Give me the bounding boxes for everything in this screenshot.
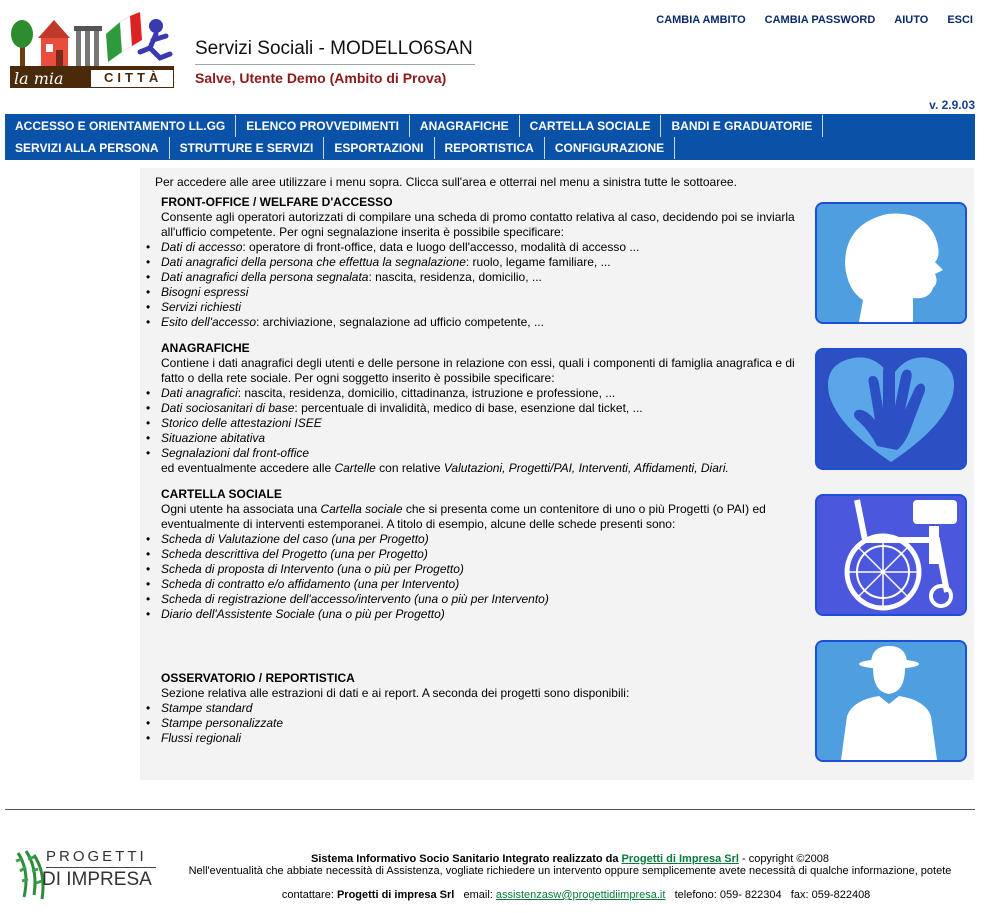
list-item: Esito dell'accesso: archiviazione, segna… bbox=[146, 315, 801, 330]
list-item: Dati anagrafici della persona segnalata:… bbox=[146, 270, 801, 285]
nav-configurazione[interactable]: CONFIGURAZIONE bbox=[545, 137, 676, 159]
nav-row-1: ACCESSO E ORIENTAMENTO LL.GG ELENCO PROV… bbox=[5, 115, 824, 137]
nav-cartella-sociale[interactable]: CARTELLA SOCIALE bbox=[520, 115, 662, 137]
section-description: Contiene i dati anagrafici degli utenti … bbox=[161, 356, 795, 385]
list-item: Scheda di registrazione dell'accesso/int… bbox=[146, 592, 801, 607]
section-tail: ed eventualmente accedere alle Cartelle … bbox=[161, 461, 729, 475]
list-item: Scheda di Valutazione del caso (una per … bbox=[146, 532, 801, 547]
footer-line2: Nell'eventualità che abbiate necessità d… bbox=[188, 865, 952, 877]
osservatorio-card[interactable] bbox=[815, 640, 967, 762]
main-nav: ACCESSO E ORIENTAMENTO LL.GG ELENCO PROV… bbox=[5, 114, 975, 160]
section-list: Dati di accesso: operatore di front-offi… bbox=[146, 240, 801, 330]
list-item: Scheda di contratto e/o affidamento (una… bbox=[146, 577, 801, 592]
title-divider bbox=[195, 64, 475, 65]
list-item: Stampe personalizzate bbox=[146, 716, 801, 731]
hand-heart-icon bbox=[817, 350, 965, 468]
footer-line3: contattare: Progetti di impresa Srl emai… bbox=[281, 889, 871, 901]
list-item: Dati sociosanitari di base: percentuale … bbox=[146, 401, 801, 416]
logo-line2: DI IMPRESA bbox=[42, 869, 152, 890]
list-item: Stampe standard bbox=[146, 701, 801, 716]
section-front-office: FRONT-OFFICE / WELFARE D'ACCESSO Consent… bbox=[146, 195, 801, 330]
section-list: Stampe standard Stampe personalizzate Fl… bbox=[146, 701, 801, 746]
app-title: Servizi Sociali - MODELLO6SAN bbox=[195, 38, 473, 59]
list-item: Bisogni espressi bbox=[146, 285, 801, 300]
nav-reportistica[interactable]: REPORTISTICA bbox=[435, 137, 545, 159]
cambia-password-link[interactable]: CAMBIA PASSWORD bbox=[765, 14, 876, 26]
list-item: Diario dell'Assistente Sociale (una o pi… bbox=[146, 607, 801, 622]
user-greeting: Salve, Utente Demo (Ambito di Prova) bbox=[195, 70, 447, 86]
wheelchair-icon bbox=[817, 496, 965, 614]
section-list: Dati anagrafici: nascita, residenza, dom… bbox=[146, 386, 801, 461]
list-item: Dati di accesso: operatore di front-offi… bbox=[146, 240, 801, 255]
nav-row-2: SERVIZI ALLA PERSONA STRUTTURE E SERVIZI… bbox=[5, 137, 676, 159]
top-links: CAMBIA AMBITO CAMBIA PASSWORD AIUTO ESCI bbox=[656, 14, 973, 26]
anagrafiche-card[interactable] bbox=[815, 348, 967, 470]
section-cartella-sociale: CARTELLA SOCIALE Ogni utente ha associat… bbox=[146, 487, 801, 622]
logo-text-left: la mia bbox=[14, 69, 64, 88]
list-item: Dati anagrafici: nascita, residenza, dom… bbox=[146, 386, 801, 401]
section-title: FRONT-OFFICE / WELFARE D'ACCESSO bbox=[161, 195, 393, 209]
section-osservatorio: OSSERVATORIO / REPORTISTICA Sezione rela… bbox=[146, 671, 801, 746]
list-item: Segnalazioni dal front-office bbox=[146, 446, 801, 461]
la-mia-citta-logo: la mia CITTÀ bbox=[10, 12, 175, 89]
section-title: CARTELLA SOCIALE bbox=[161, 487, 282, 501]
progetti-di-impresa-logo: PROGETTI DI IMPRESA bbox=[12, 847, 158, 905]
nav-anagrafiche[interactable]: ANAGRAFICHE bbox=[410, 115, 520, 137]
list-item: Situazione abitativa bbox=[146, 431, 801, 446]
list-item: Scheda di proposta di Intervento (una o … bbox=[146, 562, 801, 577]
section-title: ANAGRAFICHE bbox=[161, 341, 250, 355]
logo-line1: PROGETTI bbox=[46, 848, 147, 865]
nav-elenco-provvedimenti[interactable]: ELENCO PROVVEDIMENTI bbox=[236, 115, 410, 137]
logo-text-right: CITTÀ bbox=[104, 70, 163, 85]
main-content: Per accedere alle aree utilizzare i menu… bbox=[140, 168, 974, 780]
footer-divider bbox=[5, 809, 975, 810]
child-profile-icon bbox=[817, 204, 965, 322]
list-item: Dati anagrafici della persona che effett… bbox=[146, 255, 801, 270]
nav-bandi-graduatorie[interactable]: BANDI E GRADUATORIE bbox=[661, 115, 824, 137]
list-item: Servizi richiesti bbox=[146, 300, 801, 315]
section-description: Sezione relativa alle estrazioni di dati… bbox=[161, 686, 630, 700]
nav-servizi-persona[interactable]: SERVIZI ALLA PERSONA bbox=[5, 137, 170, 159]
section-description: Consente agli operatori autorizzati di c… bbox=[161, 210, 795, 239]
list-item: Scheda descrittiva del Progetto (una per… bbox=[146, 547, 801, 562]
company-link[interactable]: Progetti di Impresa Srl bbox=[622, 853, 739, 865]
email-link[interactable]: assistenzasw@progettidiimpresa.it bbox=[496, 889, 666, 901]
footer-line1: Sistema Informativo Socio Sanitario Inte… bbox=[311, 853, 829, 865]
esci-link[interactable]: ESCI bbox=[947, 14, 973, 26]
list-item: Flussi regionali bbox=[146, 731, 801, 746]
section-anagrafiche: ANAGRAFICHE Contiene i dati anagrafici d… bbox=[146, 341, 801, 476]
section-description: Ogni utente ha associata una Cartella so… bbox=[161, 502, 766, 531]
list-item: Storico delle attestazioni ISEE bbox=[146, 416, 801, 431]
nav-esportazioni[interactable]: ESPORTAZIONI bbox=[324, 137, 435, 159]
aiuto-link[interactable]: AIUTO bbox=[894, 14, 928, 26]
section-title: OSSERVATORIO / REPORTISTICA bbox=[161, 671, 355, 685]
front-office-card[interactable] bbox=[815, 202, 967, 324]
intro-text: Per accedere alle aree utilizzare i menu… bbox=[155, 175, 737, 189]
cambia-ambito-link[interactable]: CAMBIA AMBITO bbox=[656, 14, 745, 26]
nav-accesso-orientamento[interactable]: ACCESSO E ORIENTAMENTO LL.GG bbox=[5, 115, 237, 137]
cartella-sociale-card[interactable] bbox=[815, 494, 967, 616]
footer-info: Sistema Informativo Socio Sanitario Inte… bbox=[168, 853, 972, 913]
man-hat-icon bbox=[817, 642, 965, 760]
version-label: v. 2.9.03 bbox=[929, 98, 975, 112]
section-list: Scheda di Valutazione del caso (una per … bbox=[146, 532, 801, 622]
nav-strutture-servizi[interactable]: STRUTTURE E SERVIZI bbox=[170, 137, 325, 159]
